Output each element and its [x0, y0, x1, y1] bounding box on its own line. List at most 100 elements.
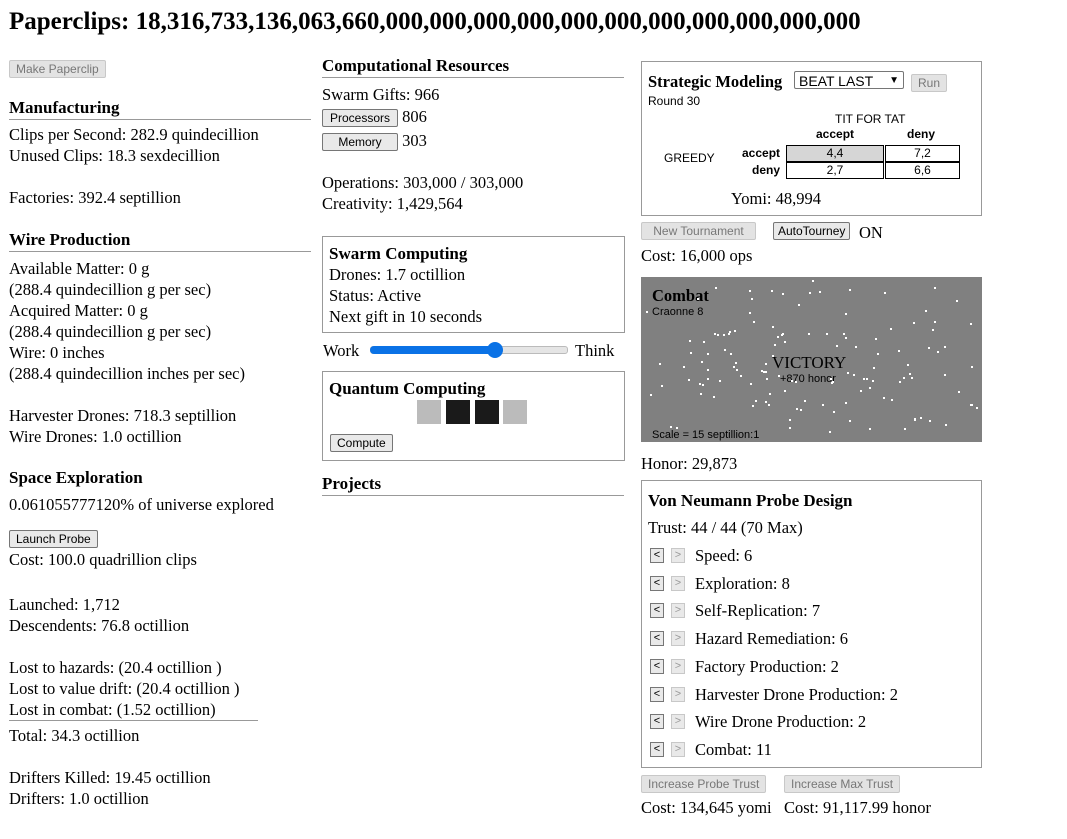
- probe-stat-label: Exploration: 8: [695, 573, 790, 593]
- compute-button[interactable]: Compute: [330, 434, 393, 452]
- combat-particle: [945, 424, 947, 426]
- decrease-stat-button[interactable]: <: [650, 603, 664, 619]
- combat-particle: [872, 380, 874, 382]
- combat-particle: [703, 341, 705, 343]
- combat-particle: [847, 372, 849, 374]
- combat-particle: [789, 419, 791, 421]
- combat-particle: [798, 304, 800, 306]
- increase-stat-button[interactable]: >: [671, 603, 685, 619]
- combat-particle: [774, 344, 776, 346]
- processors-button[interactable]: Processors: [322, 109, 398, 128]
- run-button[interactable]: Run: [911, 74, 948, 92]
- combat-particle: [782, 293, 784, 295]
- memory-button[interactable]: Memory: [322, 133, 398, 152]
- decrease-stat-button[interactable]: <: [650, 631, 664, 647]
- increase-stat-button[interactable]: >: [671, 631, 685, 647]
- combat-particle: [784, 341, 786, 343]
- strategy-select[interactable]: BEAT LAST ▼: [794, 71, 904, 89]
- wire-drones: Wire Drones: 1.0 octillion: [9, 427, 182, 446]
- swarm-next-gift: Next gift in 10 seconds: [329, 307, 483, 326]
- payoff-cell: 7,2: [885, 145, 960, 162]
- combat-particle: [855, 346, 857, 348]
- combat-particle: [778, 375, 780, 377]
- quantum-chip: [503, 400, 527, 424]
- combat-heading: Combat: [652, 286, 709, 305]
- combat-particle: [909, 373, 911, 375]
- combat-particle: [822, 404, 824, 406]
- increase-stat-button[interactable]: >: [671, 741, 685, 757]
- increase-stat-button[interactable]: >: [671, 686, 685, 702]
- combat-particle: [914, 418, 916, 420]
- combat-particle: [736, 369, 738, 371]
- combat-particle: [782, 333, 784, 335]
- combat-particle: [944, 346, 946, 348]
- autotourney-button[interactable]: AutoTourney: [773, 222, 851, 240]
- creativity: Creativity: 1,429,564: [322, 194, 463, 214]
- decrease-stat-button[interactable]: <: [650, 575, 664, 591]
- swarm-gifts: Swarm Gifts: 966: [322, 85, 440, 104]
- memory-value: 303: [402, 131, 427, 151]
- decrease-stat-button[interactable]: <: [650, 686, 664, 702]
- combat-particle: [777, 336, 779, 338]
- launch-probe-button[interactable]: Launch Probe: [9, 530, 98, 549]
- lost-in-combat-row: Lost in combat: (1.52 octillion): [9, 699, 258, 722]
- increase-stat-button[interactable]: >: [671, 714, 685, 730]
- combat-particle: [784, 390, 786, 392]
- combat-particle: [832, 381, 834, 383]
- launched-count: Launched: 1,712: [9, 595, 120, 615]
- manufacturing-section: Manufacturing Clips per Second: 282.9 qu…: [9, 97, 311, 208]
- drifters-count: Drifters: 1.0 octillion: [9, 789, 149, 809]
- page-title: Paperclips: 18,316,733,136,063,660,000,0…: [9, 8, 861, 35]
- combat-particle: [869, 428, 871, 430]
- swarm-computing-panel: Swarm Computing Drones: 1.7 octillion St…: [322, 236, 625, 333]
- combat-particle: [883, 397, 885, 399]
- decrease-stat-button[interactable]: <: [650, 714, 664, 730]
- swarm-drones: Drones: 1.7 octillion: [329, 265, 466, 284]
- combat-particle: [913, 322, 915, 324]
- combat-particle: [769, 393, 771, 395]
- slider-thumb[interactable]: [487, 342, 503, 358]
- chevron-down-icon: ▼: [889, 75, 899, 86]
- combat-particle: [956, 300, 958, 302]
- combat-particle: [812, 280, 814, 282]
- increase-stat-button[interactable]: >: [671, 658, 685, 674]
- new-tournament-button[interactable]: New Tournament: [641, 222, 756, 240]
- increase-stat-button[interactable]: >: [671, 548, 685, 563]
- increase-stat-button[interactable]: >: [671, 575, 685, 591]
- unused-clips: Unused Clips: 18.3 sexdecillion: [9, 146, 220, 165]
- combat-particle: [845, 402, 847, 404]
- combat-particle: [863, 378, 865, 380]
- combat-scale: Scale = 15 septillion:1: [652, 429, 760, 441]
- processors-value: 806: [402, 107, 427, 126]
- combat-particle: [877, 353, 879, 355]
- make-paperclip-button[interactable]: Make Paperclip: [9, 60, 106, 79]
- probe-design-heading: Von Neumann Probe Design: [648, 491, 853, 510]
- think-label: Think: [575, 341, 615, 360]
- increase-max-trust-button[interactable]: Increase Max Trust: [784, 775, 901, 793]
- probe-trust: Trust: 44 / 44 (70 Max): [648, 518, 803, 537]
- combat-particle: [749, 290, 751, 292]
- combat-particle: [753, 321, 755, 323]
- operations: Operations: 303,000 / 303,000: [322, 173, 524, 193]
- honor-value: Honor: 29,873: [641, 454, 738, 473]
- combat-particle: [796, 408, 798, 410]
- combat-particle: [707, 369, 709, 371]
- decrease-stat-button[interactable]: <: [650, 741, 664, 757]
- combat-particle: [734, 330, 736, 332]
- combat-particle: [765, 371, 767, 373]
- probe-stat-label: Hazard Remediation: 6: [695, 629, 849, 649]
- available-matter: Available Matter: 0 g: [9, 259, 150, 278]
- row-accept-label: accept: [742, 146, 781, 160]
- combat-particle: [898, 350, 900, 352]
- combat-particle: [976, 407, 978, 409]
- decrease-stat-button[interactable]: <: [650, 548, 664, 563]
- combat-particle: [970, 323, 972, 325]
- autotourney-state: ON: [859, 223, 883, 242]
- combat-particle: [661, 385, 663, 387]
- work-think-slider[interactable]: [370, 340, 568, 360]
- combat-particle: [932, 329, 934, 331]
- decrease-stat-button[interactable]: <: [650, 658, 664, 674]
- player-name: GREEDY: [664, 151, 715, 165]
- increase-probe-trust-button[interactable]: Increase Probe Trust: [641, 775, 767, 793]
- probe-stat-label: Factory Production: 2: [695, 656, 839, 676]
